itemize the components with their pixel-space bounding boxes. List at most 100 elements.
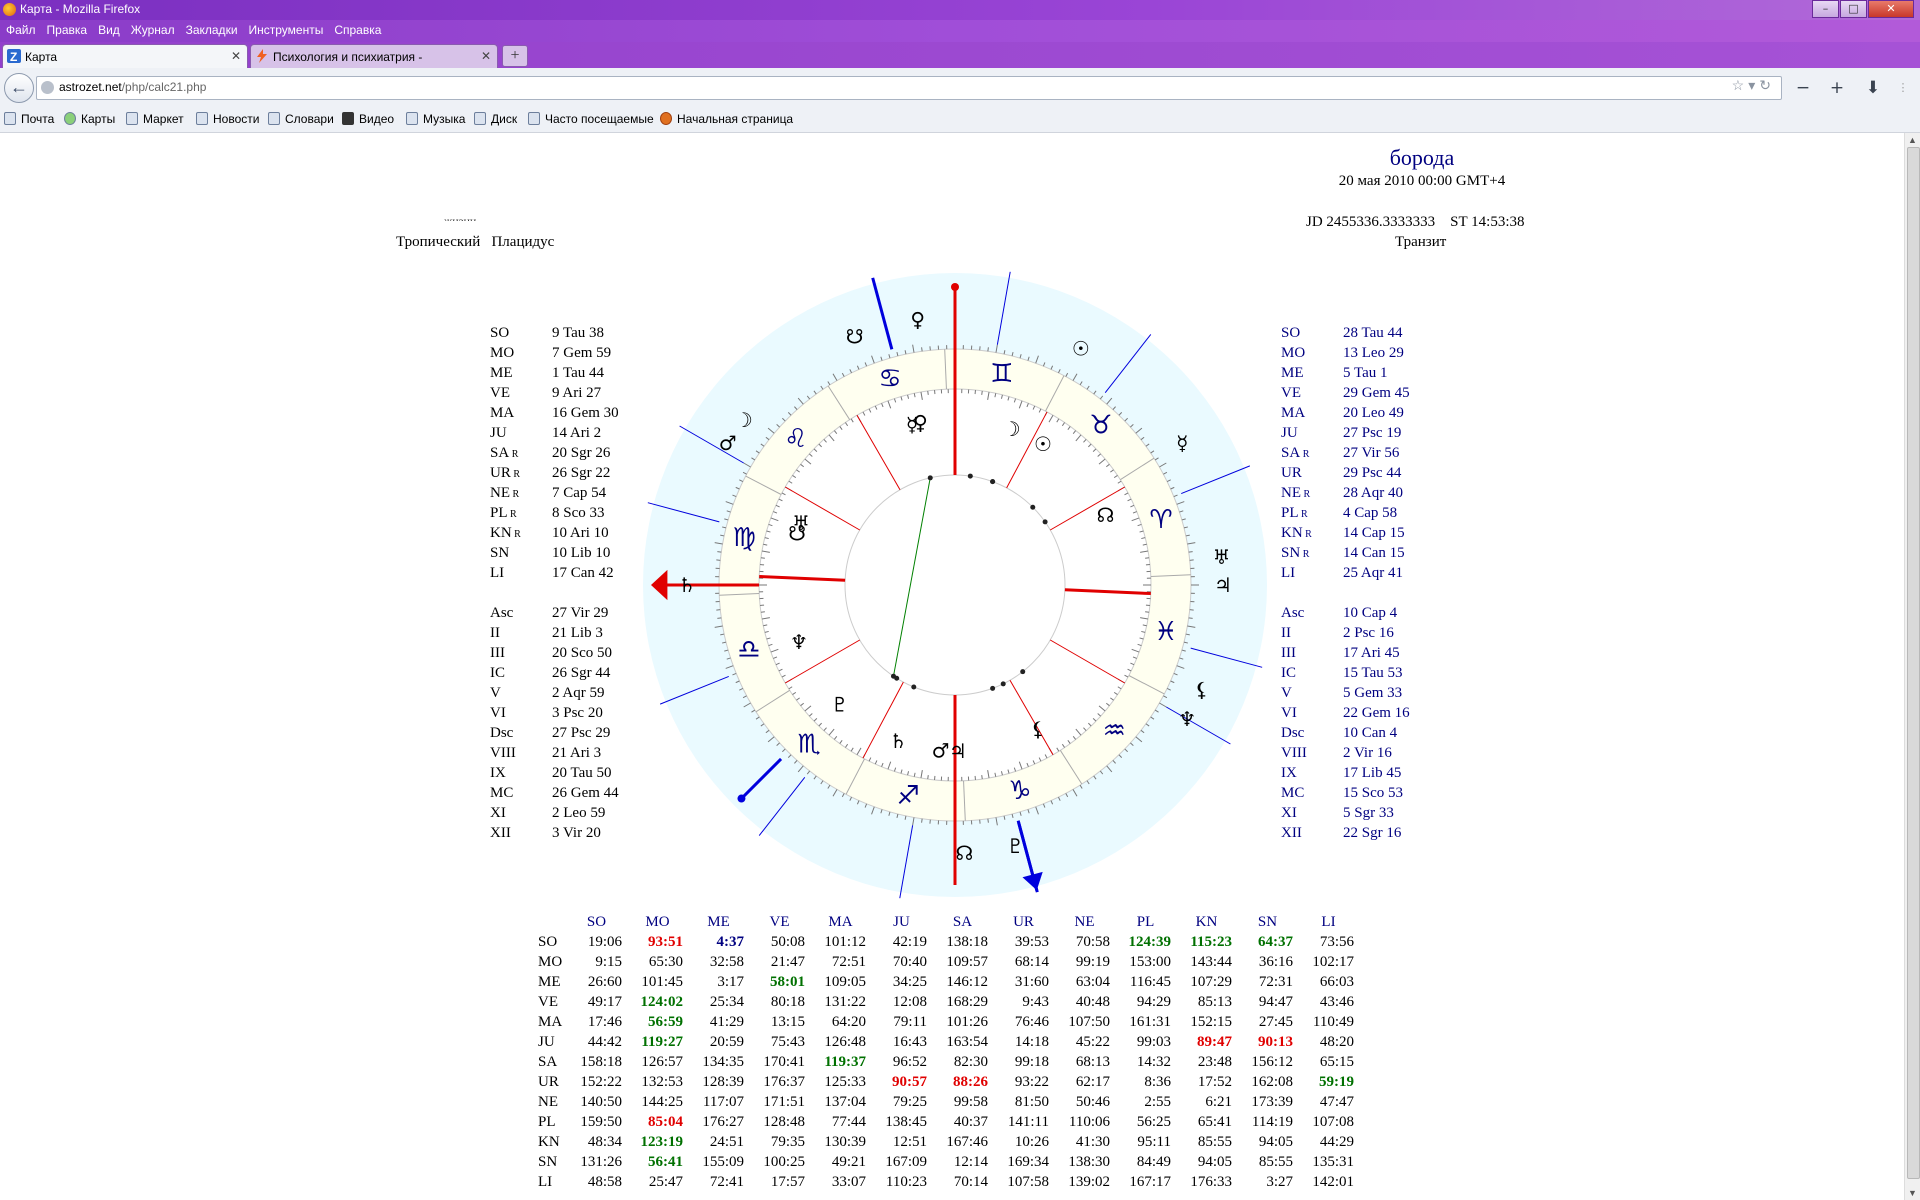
bookmark-page-icon [406, 112, 418, 125]
body-code: IC [1281, 665, 1296, 681]
aspect-cell: 34:25 [892, 973, 927, 990]
body-position: 27 Vir 56 [1343, 445, 1400, 461]
body-code: Dsc [490, 725, 514, 741]
aspect-cell: 156:12 [1251, 1053, 1293, 1070]
bookmark-item[interactable]: Словари [268, 112, 334, 126]
aspect-cell: 114:19 [1251, 1113, 1293, 1130]
aspect-cell: 96:52 [892, 1053, 927, 1070]
degree-tick [717, 551, 722, 553]
row-header: JU [538, 1033, 555, 1050]
row-header: PL [538, 1113, 556, 1130]
aspect-cell: 72:51 [831, 953, 866, 970]
body-code: MC [490, 785, 514, 801]
aspect-cell: 173:39 [1251, 1093, 1293, 1110]
aspect-cell: 138:45 [885, 1113, 927, 1130]
menu-view[interactable]: Вид [92, 20, 125, 37]
menu-bookmarks[interactable]: Закладки [180, 20, 243, 37]
retrograde-flag: R [1301, 489, 1311, 500]
tab-karta[interactable]: Z Карта ✕ [2, 44, 248, 68]
minimize-button[interactable]: – [1812, 0, 1839, 18]
maximize-button[interactable]: □ [1840, 0, 1867, 18]
transit-planet-glyph: ☉ [1072, 336, 1090, 360]
aspect-endpoint [1000, 681, 1006, 687]
natal-planet-glyph: ♂ [932, 738, 950, 762]
retrograde-flag: R [510, 489, 520, 500]
natal-planet-glyph: ♀ [913, 411, 928, 435]
tab-psychology[interactable]: Психология и психиатрия - ✕ [250, 44, 498, 68]
bookmark-star-icon[interactable]: ☆ [1732, 79, 1749, 94]
body-position: 22 Gem 16 [1343, 705, 1410, 721]
bookmark-item[interactable]: Видео [342, 112, 394, 126]
download-icon[interactable]: ⬇ [1862, 77, 1884, 99]
aspect-cell: 33:07 [831, 1173, 866, 1190]
aspect-cell: 48:58 [587, 1173, 622, 1190]
menu-file[interactable]: Файл [0, 20, 41, 37]
aspect-cell: 117:07 [702, 1093, 744, 1110]
body-code: PL [1281, 505, 1299, 521]
aspect-cell: 41:30 [1075, 1133, 1110, 1150]
scroll-down-arrow-icon[interactable]: ▼ [1908, 1188, 1917, 1198]
aspect-cell: 14:32 [1136, 1053, 1171, 1070]
row-header: SO [538, 933, 558, 950]
site-identity-icon[interactable] [41, 81, 54, 94]
body-name: XI [1281, 805, 1297, 822]
menu-edit[interactable]: Правка [41, 20, 93, 37]
zodiac-sign-glyph: ♈ [1149, 505, 1172, 535]
aspect-cell: 162:08 [1251, 1073, 1293, 1090]
body-position: 20 Tau 50 [552, 765, 612, 781]
scrollbar-thumb[interactable] [1907, 147, 1920, 1179]
julian-day: JD 2455336.3333333 [1306, 214, 1436, 230]
body-name: VE [1281, 385, 1301, 402]
bookmark-item[interactable]: Музыка [406, 112, 465, 126]
body-position: 16 Gem 30 [552, 405, 619, 421]
body-code: VIII [1281, 745, 1307, 761]
zoom-in-button[interactable]: + [1826, 77, 1848, 99]
body-name: MA [1281, 405, 1305, 422]
transit-planet-glyph: ♆ [1178, 707, 1196, 731]
bookmark-item[interactable]: Диск [474, 112, 517, 126]
zoom-out-button[interactable]: − [1792, 77, 1814, 99]
menu-history[interactable]: Журнал [125, 20, 180, 37]
zodiac-sign-glyph: ♏ [797, 729, 820, 759]
table-row: LI 48:58 25:47 72:41 17:57 33:07 110:23 70:14 10… [538, 1172, 1359, 1192]
new-tab-button[interactable]: + [502, 45, 528, 67]
body-code: XI [490, 805, 506, 821]
bookmark-item[interactable]: Часто посещаемые [528, 112, 654, 126]
aspect-cell: 158:18 [580, 1053, 622, 1070]
table-row: SN 131:26 56:41 155:09 100:25 49:21 167:09 12:1… [538, 1152, 1359, 1172]
url-bar[interactable]: astrozet.net/php/calc21.php ☆▾↻ [36, 76, 1782, 100]
body-code: KN [490, 525, 512, 541]
vertical-scrollbar[interactable]: ▲ ▼ [1904, 133, 1920, 1200]
aspect-cell: 79:35 [770, 1133, 805, 1150]
scroll-up-arrow-icon[interactable]: ▲ [1908, 135, 1917, 145]
body-name: PL R [1281, 505, 1308, 522]
history-dropdown-icon[interactable]: ▾ [1748, 79, 1759, 94]
body-name: XII [1281, 825, 1302, 842]
close-tab-icon[interactable]: ✕ [231, 49, 241, 63]
aspect-cell: 176:37 [763, 1073, 805, 1090]
aspect-cell: 126:57 [641, 1053, 683, 1070]
aspect-cell: 107:58 [1007, 1173, 1049, 1190]
close-window-button[interactable]: ✕ [1868, 0, 1914, 18]
aspect-cell: 102:17 [1312, 953, 1354, 970]
bookmark-item[interactable]: Почта [4, 112, 54, 126]
menu-help[interactable]: Справка [328, 20, 386, 37]
close-tab-icon[interactable]: ✕ [481, 49, 491, 63]
aspect-cell: 12:51 [892, 1133, 927, 1150]
body-code: Dsc [1281, 725, 1305, 741]
transit-planet-glyph: ☋ [846, 325, 864, 349]
body-code: UR [1281, 465, 1302, 481]
bookmark-item[interactable]: Карты [64, 112, 115, 126]
bookmark-item[interactable]: Начальная страница [660, 112, 793, 126]
reload-icon[interactable]: ↻ [1759, 79, 1775, 94]
aspect-cell: 13:15 [770, 1013, 805, 1030]
body-code: UR [490, 465, 511, 481]
bookmark-item[interactable]: Маркет [126, 112, 184, 126]
aspect-cell: 70:58 [1075, 933, 1110, 950]
aspect-cell: 155:09 [702, 1153, 744, 1170]
back-button[interactable]: ← [4, 73, 34, 103]
body-position: 26 Sgr 44 [552, 665, 611, 681]
bookmark-item[interactable]: Новости [196, 112, 259, 126]
body-name: MO [490, 345, 514, 362]
menu-tools[interactable]: Инструменты [243, 20, 329, 37]
